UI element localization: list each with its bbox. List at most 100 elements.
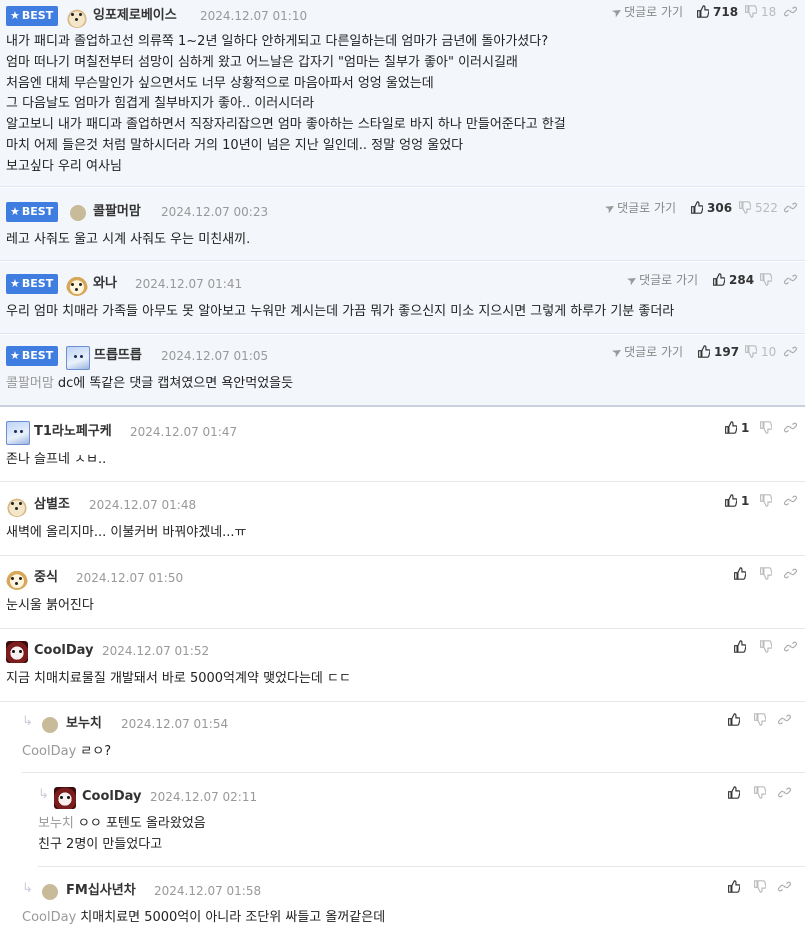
thumbs-up-icon	[734, 640, 747, 653]
comment-header: T1라노페구케 2024.12.07 01:47 1	[6, 421, 799, 445]
comment-best: ★ BEST 뜨릅뜨릅 2024.12.07 01:05 ➤댓글로 가기 197 …	[0, 335, 805, 407]
avatar[interactable]	[42, 884, 58, 900]
downvote-button[interactable]	[759, 564, 776, 584]
upvote-button[interactable]	[733, 637, 750, 657]
avatar[interactable]	[6, 495, 28, 517]
thumbs-down-icon	[745, 345, 758, 358]
upvote-count: 284	[729, 273, 755, 287]
avatar[interactable]	[54, 787, 76, 809]
nickname[interactable]: CoolDay	[34, 641, 94, 661]
comment-body: CoolDay 치매치료면 5000억이 아니라 조단위 싸들고 올꺼같은데	[22, 908, 797, 929]
nickname[interactable]: 뜨릅뜨릅	[94, 346, 142, 366]
link-icon	[784, 346, 797, 357]
downvote-button[interactable]	[759, 270, 776, 290]
upvote-button[interactable]	[727, 783, 744, 803]
nickname[interactable]: 와나	[93, 274, 117, 294]
downvote-button[interactable]: 18	[744, 2, 776, 22]
nickname[interactable]: 삼별조	[34, 495, 70, 515]
go-to-comment-link[interactable]: ➤댓글로 가기	[602, 198, 676, 218]
comment-line: 알고보니 내가 패디과 졸업하면서 직장자리잡으면 엄마 좋아하는 스타일로 바…	[6, 117, 566, 133]
upvote-button[interactable]	[727, 710, 744, 730]
comment-text: ㄹㅇ?	[80, 744, 112, 759]
downvote-count: 522	[755, 201, 778, 215]
share-link-button[interactable]	[784, 564, 798, 584]
nickname[interactable]: 보누치	[66, 714, 102, 734]
upvote-button[interactable]	[733, 564, 750, 584]
downvote-button[interactable]	[753, 710, 770, 730]
upvote-count: 197	[714, 345, 740, 359]
thumbs-up-icon	[713, 273, 726, 286]
go-to-comment-link[interactable]: ➤댓글로 가기	[609, 342, 684, 362]
share-link-button[interactable]	[784, 198, 798, 218]
avatar[interactable]	[70, 205, 86, 221]
share-link-button[interactable]	[784, 637, 798, 657]
quoted-nickname[interactable]: 보누치	[38, 816, 74, 831]
comment: 삼별조 2024.12.07 01:48 1 새벽에 올리지마... 이불커버 …	[0, 483, 805, 556]
share-link-button[interactable]	[778, 877, 792, 897]
upvote-button[interactable]: 197	[697, 342, 739, 362]
share-link-button[interactable]	[784, 342, 798, 362]
quoted-nickname[interactable]: CoolDay	[22, 744, 76, 759]
nickname[interactable]: 콜팔머맘	[93, 202, 141, 222]
star-icon: ★	[10, 205, 20, 218]
comment-line: 보누치 ㅇㅇ 포텐도 올라왔었음	[38, 814, 797, 835]
avatar[interactable]	[42, 717, 58, 733]
nickname[interactable]: FM십사년차	[66, 881, 136, 901]
downvote-button[interactable]: 10	[744, 342, 776, 362]
reply-arrow-icon: ↳	[22, 714, 33, 729]
avatar[interactable]	[66, 274, 88, 296]
comment-header: ★ BEST 콜팔머맘 2024.12.07 00:23 ➤댓글로 가기 306 …	[6, 199, 799, 222]
avatar[interactable]	[66, 346, 90, 370]
share-link-button[interactable]	[784, 418, 798, 438]
go-to-comment-link[interactable]: ➤댓글로 가기	[609, 2, 683, 22]
share-link-button[interactable]	[784, 270, 798, 290]
upvote-button[interactable]: 1	[724, 491, 749, 511]
thumbs-down-icon	[739, 201, 752, 214]
downvote-button[interactable]	[753, 877, 770, 897]
comment-line: 새벽에 올리지마... 이불커버 바꿔야겠네...ㅠ	[6, 525, 247, 540]
quoted-nickname[interactable]: CoolDay	[22, 910, 76, 925]
divider	[0, 186, 805, 187]
thumbs-up-icon	[725, 494, 738, 507]
nickname[interactable]: 잉포제로베이스	[93, 6, 177, 26]
link-icon	[778, 787, 791, 798]
share-link-button[interactable]	[784, 491, 798, 511]
upvote-button[interactable]: 284	[712, 270, 754, 290]
nickname[interactable]: CoolDay	[82, 787, 142, 807]
upvote-button[interactable]	[727, 877, 744, 897]
nickname[interactable]: 중식	[34, 568, 58, 588]
downvote-button[interactable]: 522	[738, 198, 778, 218]
downvote-button[interactable]	[753, 783, 770, 803]
comment-best: ★ BEST 콜팔머맘 2024.12.07 00:23 ➤댓글로 가기 306 …	[0, 188, 805, 261]
upvote-count: 306	[707, 201, 733, 215]
star-icon: ★	[10, 277, 20, 290]
avatar[interactable]	[66, 6, 88, 28]
share-link-button[interactable]	[778, 710, 792, 730]
share-link-button[interactable]	[784, 2, 798, 22]
comment-best: ★ BEST 잉포제로베이스 2024.12.07 01:10 ➤댓글로 가기 7…	[0, 0, 805, 187]
timestamp: 2024.12.07 01:50	[76, 571, 184, 585]
share-link-button[interactable]	[778, 783, 792, 803]
nickname[interactable]: T1라노페구케	[34, 422, 112, 442]
timestamp: 2024.12.07 01:05	[161, 349, 269, 363]
comment-header: CoolDay 2024.12.07 02:11	[54, 786, 799, 809]
best-badge: ★ BEST	[6, 6, 59, 26]
avatar[interactable]	[6, 641, 28, 663]
thumbs-up-icon	[698, 345, 711, 358]
timestamp: 2024.12.07 01:10	[200, 9, 308, 23]
quoted-nickname[interactable]: 콜팔머맘	[6, 376, 54, 391]
downvote-count: 10	[761, 345, 777, 359]
upvote-button[interactable]: 306	[690, 198, 732, 218]
divider	[0, 555, 805, 556]
downvote-button[interactable]	[759, 418, 776, 438]
avatar[interactable]	[6, 568, 28, 590]
go-to-comment-label: 댓글로 가기	[624, 345, 684, 359]
upvote-button[interactable]: 718	[696, 2, 738, 22]
downvote-button[interactable]	[759, 491, 776, 511]
link-icon	[784, 6, 797, 17]
avatar[interactable]	[6, 421, 30, 445]
thumbs-down-icon	[760, 494, 773, 507]
upvote-button[interactable]: 1	[724, 418, 749, 438]
downvote-button[interactable]	[759, 637, 776, 657]
go-to-comment-link[interactable]: ➤댓글로 가기	[624, 270, 698, 290]
